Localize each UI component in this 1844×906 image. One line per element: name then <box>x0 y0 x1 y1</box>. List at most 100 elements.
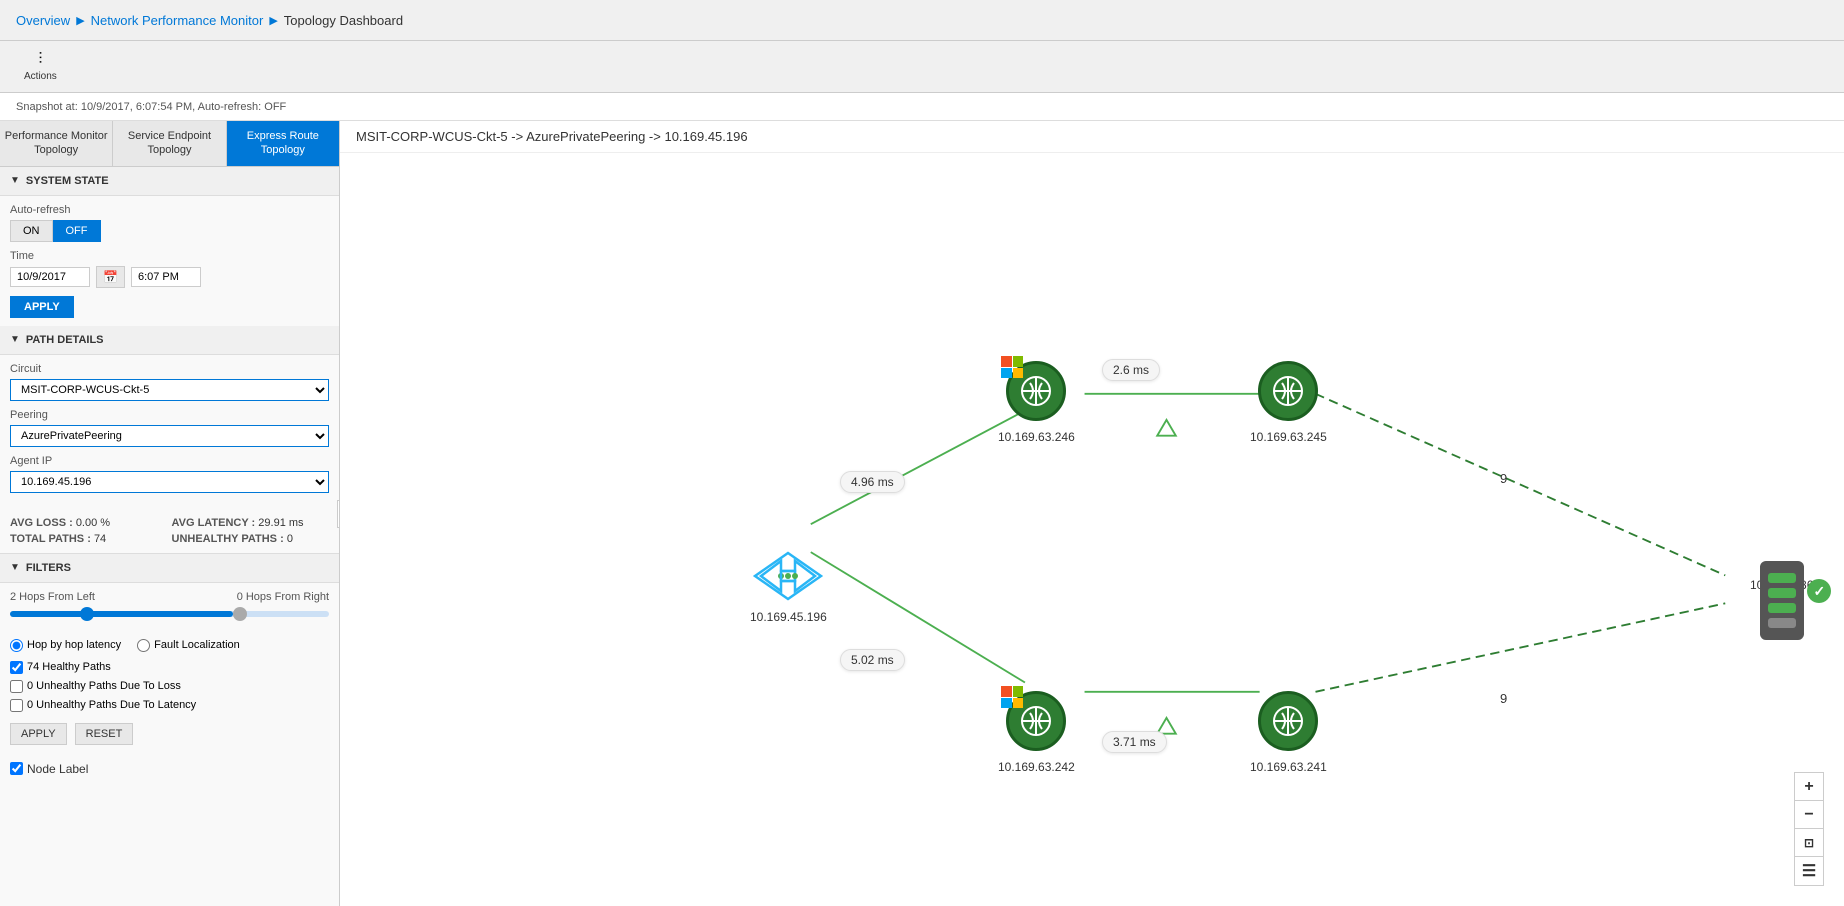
destination-node[interactable]: ✓ 10.30.84.86 <box>1740 561 1823 595</box>
dest-led-4 <box>1768 618 1796 628</box>
router-icon-n2 <box>1270 373 1306 409</box>
breadcrumb-npm[interactable]: Network Performance Monitor <box>91 13 264 28</box>
apply-button-filters[interactable]: APPLY <box>10 723 67 745</box>
filters-label: FILTERS <box>26 562 71 574</box>
peering-label: Peering <box>10 409 329 421</box>
system-state-fields: Auto-refresh ON OFF Time 📅 APPLY <box>0 196 339 326</box>
dest-checkmark: ✓ <box>1807 579 1831 603</box>
node-label-n1: 10.169.63.246 <box>988 427 1085 447</box>
toggle-off[interactable]: OFF <box>53 220 101 242</box>
slider-fill <box>10 611 233 617</box>
avg-loss: AVG LOSS : 0.00 % <box>10 517 168 529</box>
time-input[interactable] <box>131 267 201 287</box>
snapshot-bar: Snapshot at: 10/9/2017, 6:07:54 PM, Auto… <box>0 93 1844 121</box>
latency-label-1: 2.6 ms <box>1102 359 1160 381</box>
node-label-n4: 10.169.63.241 <box>1240 757 1337 777</box>
node-circle-n1 <box>1006 361 1066 421</box>
actions-button[interactable]: ⫶ Actions <box>16 47 65 86</box>
breadcrumb-sep-1: ▶ <box>76 14 84 27</box>
node-n2[interactable]: 10.169.63.245 <box>1240 361 1337 447</box>
reset-button-filters[interactable]: RESET <box>75 723 134 745</box>
canvas-area: MSIT-CORP-WCUS-Ckt-5 -> AzurePrivatePeer… <box>340 121 1844 906</box>
filters-header[interactable]: ▼ FILTERS <box>0 554 339 583</box>
zoom-out-button[interactable]: − <box>1795 801 1823 829</box>
apply-button-system[interactable]: APPLY <box>10 296 74 318</box>
header: Overview ▶ Network Performance Monitor ▶… <box>0 0 1844 41</box>
actions-icon: ⫶ <box>38 51 42 69</box>
hops-right-label: 0 Hops From Right <box>237 591 329 603</box>
system-state-header[interactable]: ▼ SYSTEM STATE <box>0 167 339 196</box>
node-circle-n2 <box>1258 361 1318 421</box>
canvas-title: MSIT-CORP-WCUS-Ckt-5 -> AzurePrivatePeer… <box>340 121 1844 153</box>
latency-label-4: 3.71 ms <box>1102 731 1167 753</box>
toolbar: ⫶ Actions <box>0 41 1844 93</box>
router-icon-n3 <box>1018 703 1054 739</box>
zoom-menu-button[interactable]: ☰ <box>1795 857 1823 885</box>
breadcrumb-topology: Topology Dashboard <box>284 13 403 28</box>
agent-icon <box>753 551 823 601</box>
zoom-fit-button[interactable]: ⊡ <box>1795 829 1823 857</box>
ms-badge-n1 <box>1001 356 1023 378</box>
node-label-n3: 10.169.63.242 <box>988 757 1085 777</box>
radio-fault-loc[interactable]: Fault Localization <box>137 639 240 652</box>
checkbox-healthy-paths[interactable]: 74 Healthy Paths <box>0 658 339 677</box>
node-label-n2: 10.169.63.245 <box>1240 427 1337 447</box>
latency-label-2: 4.96 ms <box>840 471 905 493</box>
filters-arrow: ▼ <box>10 562 20 573</box>
calendar-button[interactable]: 📅 <box>96 266 125 288</box>
zoom-in-button[interactable]: + <box>1795 773 1823 801</box>
node-circle-n4 <box>1258 691 1318 751</box>
peering-select[interactable]: AzurePrivatePeering <box>10 425 329 447</box>
slider-thumb-left[interactable] <box>80 607 94 621</box>
node-n1[interactable]: 10.169.63.246 <box>988 361 1085 447</box>
stats-grid: AVG LOSS : 0.00 % AVG LATENCY : 29.91 ms… <box>0 509 339 554</box>
dest-led-2 <box>1768 588 1796 598</box>
slider-labels: 2 Hops From Left 0 Hops From Right <box>10 591 329 603</box>
breadcrumb: Overview ▶ Network Performance Monitor ▶… <box>16 13 403 28</box>
breadcrumb-sep-2: ▶ <box>269 14 277 27</box>
path-details-label: PATH DETAILS <box>26 334 104 346</box>
tab-bar: Performance MonitorTopology Service Endp… <box>0 121 339 167</box>
node-circle-n3 <box>1006 691 1066 751</box>
date-row: 📅 <box>10 266 329 288</box>
circuit-select[interactable]: MSIT-CORP-WCUS-Ckt-5 <box>10 379 329 401</box>
radio-hop-latency[interactable]: Hop by hop latency <box>10 639 121 652</box>
date-input[interactable] <box>10 267 90 287</box>
checkbox-unhealthy-loss[interactable]: 0 Unhealthy Paths Due To Loss <box>0 677 339 696</box>
avg-latency: AVG LATENCY : 29.91 ms <box>172 517 330 529</box>
path-details-header[interactable]: ▼ PATH DETAILS <box>0 326 339 355</box>
auto-refresh-label: Auto-refresh <box>10 204 329 216</box>
network-diagram: 10.169.45.196 <box>340 161 1844 906</box>
sidebar: Performance MonitorTopology Service Endp… <box>0 121 340 906</box>
actions-label: Actions <box>24 71 57 82</box>
agent-ip-select[interactable]: 10.169.45.196 <box>10 471 329 493</box>
tab-express-route[interactable]: Express RouteTopology <box>227 121 339 166</box>
zoom-controls: + − ⊡ ☰ <box>1794 772 1824 886</box>
slider-thumb-right[interactable] <box>233 607 247 621</box>
ms-badge-n3 <box>1001 686 1023 708</box>
toggle-on[interactable]: ON <box>10 220 53 242</box>
agent-ip-label: Agent IP <box>10 455 329 467</box>
auto-refresh-toggle: ON OFF <box>10 220 329 242</box>
dest-node-box <box>1760 561 1804 640</box>
path-details-arrow: ▼ <box>10 334 20 345</box>
circuit-label: Circuit <box>10 363 329 375</box>
latency-label-3: 5.02 ms <box>840 649 905 671</box>
breadcrumb-overview[interactable]: Overview <box>16 13 70 28</box>
router-icon-n1 <box>1018 373 1054 409</box>
slider-track <box>10 611 329 617</box>
hop-label-1: 9 <box>1500 471 1507 486</box>
node-n3[interactable]: 10.169.63.242 <box>988 691 1085 777</box>
tab-service-endpoint[interactable]: Service EndpointTopology <box>113 121 226 166</box>
tab-performance-monitor[interactable]: Performance MonitorTopology <box>0 121 113 166</box>
unhealthy-paths: UNHEALTHY PATHS : 0 <box>172 533 330 545</box>
checkbox-unhealthy-latency[interactable]: 0 Unhealthy Paths Due To Latency <box>0 696 339 715</box>
system-state-label: SYSTEM STATE <box>26 175 109 187</box>
checkbox-node-label[interactable]: Node Label <box>0 759 339 779</box>
agent-node[interactable]: 10.169.45.196 <box>740 551 837 627</box>
system-state-arrow: ▼ <box>10 175 20 186</box>
agent-node-label: 10.169.45.196 <box>740 607 837 627</box>
main-layout: Performance MonitorTopology Service Endp… <box>0 121 1844 906</box>
node-n4[interactable]: 10.169.63.241 <box>1240 691 1337 777</box>
time-label: Time <box>10 250 329 262</box>
